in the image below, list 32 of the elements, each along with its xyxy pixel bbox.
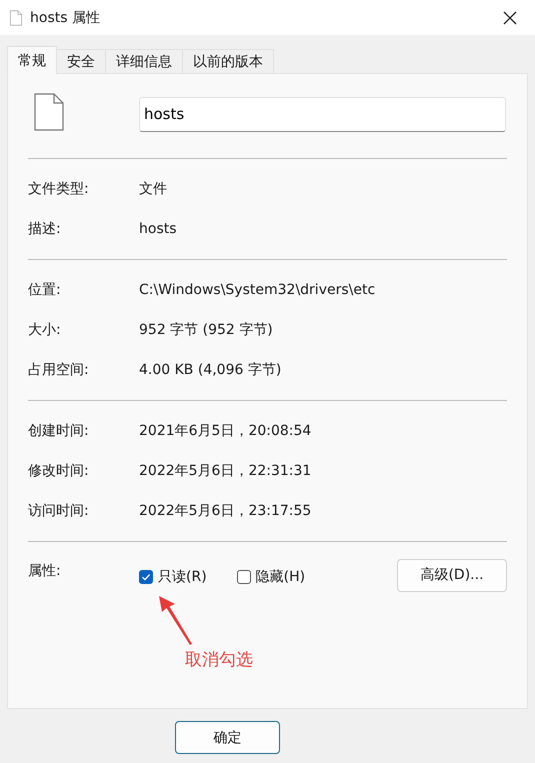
field-value: 2022年5月6日，23:17:55 xyxy=(139,502,312,520)
dialog-button[interactable]: 确定 xyxy=(175,721,280,754)
file-icon xyxy=(34,93,64,131)
advanced-button[interactable]: 高级(D)... xyxy=(397,558,507,592)
file-name-field[interactable]: hosts xyxy=(139,96,506,132)
field-value: 952 字节 (952 字节) xyxy=(139,321,273,339)
annotation-text: 取消勾选 xyxy=(185,649,253,671)
field-label: 占用空间: xyxy=(28,361,90,379)
field-label: 位置: xyxy=(28,281,62,299)
checkbox[interactable] xyxy=(236,570,251,584)
field-label: 创建时间: xyxy=(28,422,90,440)
field-value: hosts xyxy=(139,221,177,237)
field-label: 修改时间: xyxy=(28,462,90,480)
checkmark-icon xyxy=(141,572,151,582)
field-label: 大小: xyxy=(28,321,62,339)
checkbox-label[interactable]: 只读(R) xyxy=(158,568,207,586)
field-value: C:\Windows\System32\drivers\etc xyxy=(139,282,376,298)
field-value: 2022年5月6日，22:31:31 xyxy=(139,462,312,480)
field-label: 描述: xyxy=(28,220,62,238)
field-label: 文件类型: xyxy=(28,180,90,198)
field-label: 访问时间: xyxy=(28,502,90,520)
field-label: 属性: xyxy=(28,562,62,580)
tab[interactable]: 常规 xyxy=(7,46,57,74)
tab[interactable]: 以前的版本 xyxy=(182,49,274,73)
checkbox-label[interactable]: 隐藏(H) xyxy=(256,568,306,586)
checkbox[interactable] xyxy=(139,570,153,584)
window-title: hosts 属性 xyxy=(30,8,100,26)
field-value: 2021年6月5日，20:08:54 xyxy=(139,422,312,440)
field-value: 文件 xyxy=(139,180,167,198)
close-icon[interactable] xyxy=(503,10,517,24)
field-value: 4.00 KB (4,096 字节) xyxy=(139,361,282,379)
file-icon xyxy=(10,10,22,26)
